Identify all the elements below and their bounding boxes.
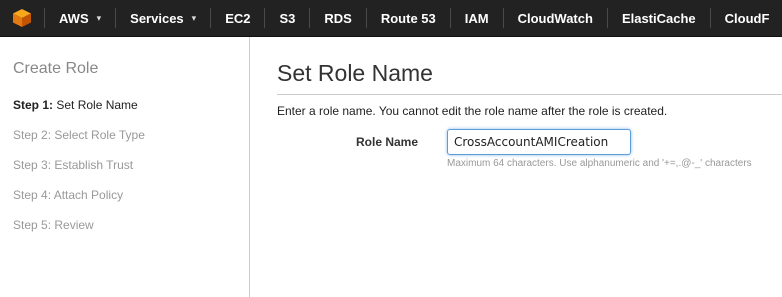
step-number: Step 1: [13, 98, 54, 112]
aws-cube-icon[interactable] [0, 0, 44, 36]
nav-services-label: Services [130, 10, 184, 26]
top-navigation-bar: AWS ▾ Services ▾ EC2 S3 RDS Route 53 IAM… [0, 0, 782, 37]
nav-link-s3[interactable]: S3 [265, 0, 309, 36]
wizard-step-5: Step 5: Review [13, 218, 94, 232]
sidebar-title: Create Role [13, 60, 99, 77]
step-number: Step 4: [13, 188, 52, 202]
wizard-sidebar: Create Role Step 1: Set Role Name Step 2… [0, 37, 250, 297]
step-label: Select Role Type [54, 128, 145, 142]
nav-link-cloudwatch[interactable]: CloudWatch [504, 0, 607, 36]
step-label: Review [54, 218, 94, 232]
nav-link-route53[interactable]: Route 53 [367, 0, 450, 36]
chevron-down-icon: ▾ [96, 12, 102, 23]
step-label: Set Role Name [56, 98, 138, 112]
nav-link-rds[interactable]: RDS [310, 0, 365, 36]
wizard-step-4: Step 4: Attach Policy [13, 188, 123, 202]
nav-link-cloudfront[interactable]: CloudF [711, 0, 782, 36]
page-title: Set Role Name [277, 60, 433, 86]
nav-aws-menu[interactable]: AWS ▾ [45, 0, 115, 36]
step-label: Attach Policy [53, 188, 124, 202]
wizard-step-1: Step 1: Set Role Name [13, 98, 138, 112]
step-number: Step 3: [13, 158, 52, 172]
title-divider [277, 94, 782, 95]
nav-aws-label: AWS [59, 10, 89, 26]
step-label: Establish Trust [54, 158, 134, 172]
instruction-text: Enter a role name. You cannot edit the r… [277, 104, 668, 118]
nav-link-iam[interactable]: IAM [451, 0, 503, 36]
nav-link-ec2[interactable]: EC2 [211, 0, 264, 36]
chevron-down-icon: ▾ [191, 12, 197, 23]
step-number: Step 2: [13, 128, 52, 142]
nav-services-menu[interactable]: Services ▾ [116, 0, 210, 36]
wizard-step-3: Step 3: Establish Trust [13, 158, 133, 172]
wizard-step-2: Step 2: Select Role Type [13, 128, 145, 142]
role-name-label: Role Name [356, 135, 419, 149]
role-name-hint: Maximum 64 characters. Use alphanumeric … [447, 158, 752, 169]
role-name-input[interactable] [447, 129, 631, 155]
nav-link-elasticache[interactable]: ElastiCache [608, 0, 710, 36]
step-number: Step 5: [13, 218, 52, 232]
